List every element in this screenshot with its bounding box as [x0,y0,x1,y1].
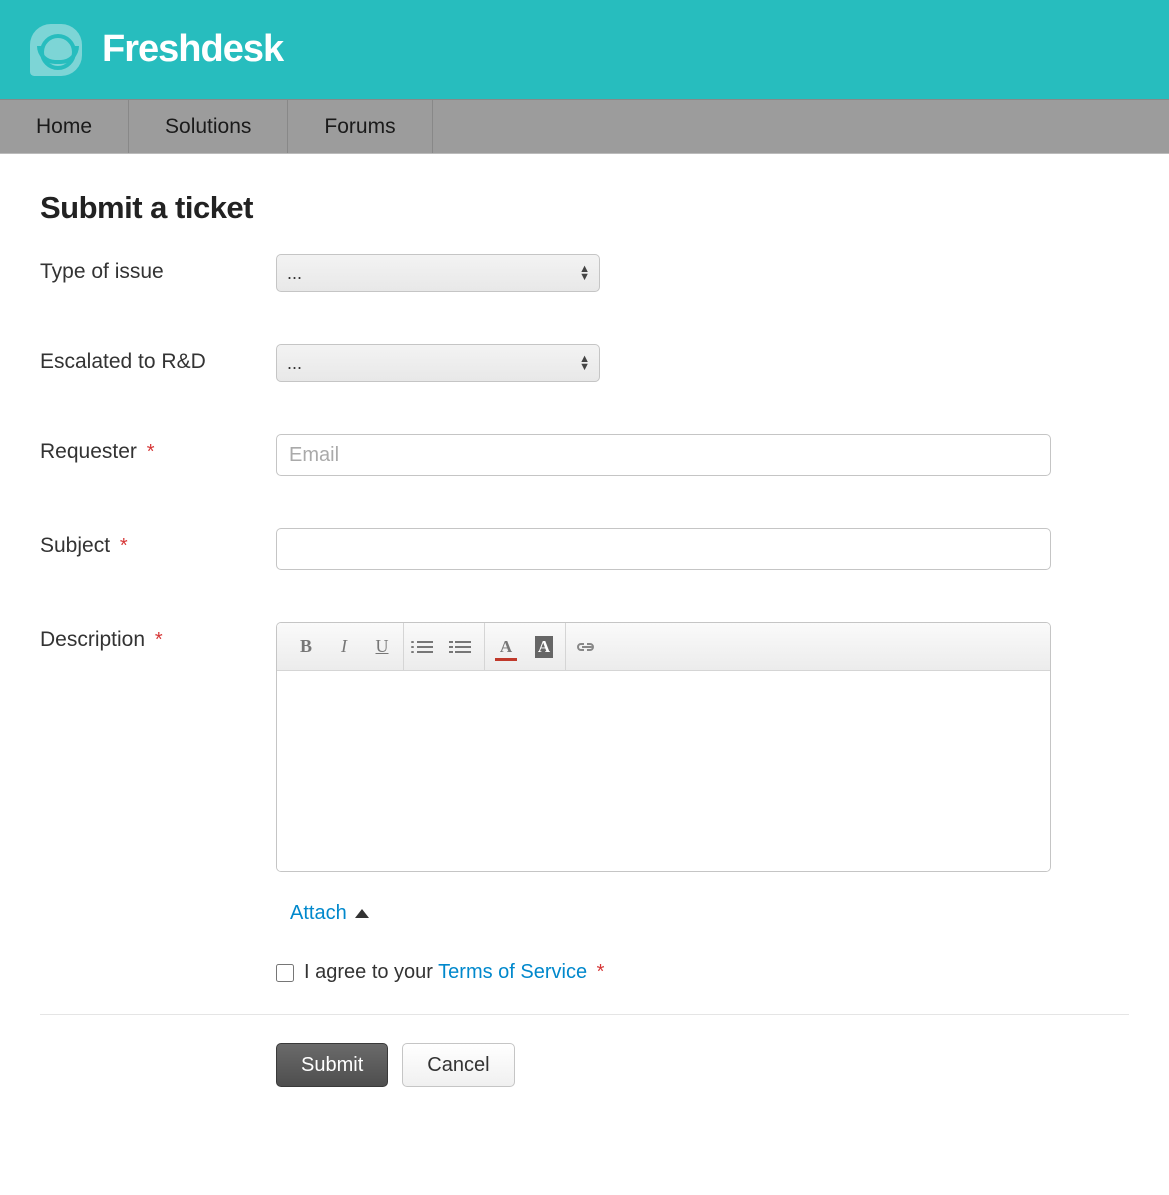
label-type-of-issue: Type of issue [40,254,276,284]
text-color-button[interactable]: A [495,636,517,658]
richtext-editor: B I U A [276,622,1051,872]
label-requester-text: Requester [40,440,137,463]
required-marker: * [147,441,155,463]
link-button[interactable] [576,636,598,658]
page-content: Submit a ticket Type of issue ... ▲▼ Esc… [0,154,1169,1127]
required-marker: * [597,961,605,983]
italic-button[interactable]: I [333,636,355,658]
attach-file-link[interactable]: Attach [290,902,369,925]
tos-link[interactable]: Terms of Service [438,961,587,983]
underline-button[interactable]: U [371,636,393,658]
main-nav: Home Solutions Forums [0,100,1169,154]
select-type-of-issue[interactable]: ... [276,254,600,292]
row-escalated: Escalated to R&D ... ▲▼ [40,344,1129,382]
tos-row: I agree to your Terms of Service * [276,961,1129,984]
label-subject-text: Subject [40,534,110,557]
attach-row: Attach [276,902,1129,925]
cancel-button[interactable]: Cancel [402,1043,514,1087]
page-title: Submit a ticket [40,190,1129,226]
form-actions: Submit Cancel [276,1043,1129,1087]
label-requester: Requester * [40,434,276,464]
label-description: Description * [40,622,276,652]
tos-checkbox[interactable] [276,964,294,982]
tos-prefix: I agree to your [304,961,438,983]
brand-wrap: Freshdesk [30,24,283,76]
brand-name: Freshdesk [102,28,283,71]
nav-item-solutions[interactable]: Solutions [129,100,288,153]
caret-up-icon [355,909,369,918]
bold-button[interactable]: B [295,636,317,658]
row-requester: Requester * [40,434,1129,476]
divider [40,1014,1129,1015]
input-subject[interactable] [276,528,1051,570]
input-requester-email[interactable] [276,434,1051,476]
row-type-of-issue: Type of issue ... ▲▼ [40,254,1129,292]
label-description-text: Description [40,628,145,651]
headset-icon [30,24,82,76]
label-subject: Subject * [40,528,276,558]
tos-text: I agree to your Terms of Service * [304,961,604,984]
select-escalated[interactable]: ... [276,344,600,382]
submit-button[interactable]: Submit [276,1043,388,1087]
unordered-list-button[interactable] [414,636,436,658]
row-subject: Subject * [40,528,1129,570]
attach-label-text: Attach [290,902,347,925]
app-header: Freshdesk [0,0,1169,100]
label-escalated: Escalated to R&D [40,344,276,374]
row-description: Description * B I U [40,622,1129,872]
ordered-list-button[interactable] [452,636,474,658]
editor-toolbar: B I U A [277,623,1050,671]
background-color-button[interactable]: A [533,636,555,658]
editor-body[interactable] [277,671,1050,871]
required-marker: * [155,629,163,651]
nav-item-home[interactable]: Home [0,100,129,153]
required-marker: * [120,535,128,557]
nav-item-forums[interactable]: Forums [288,100,432,153]
